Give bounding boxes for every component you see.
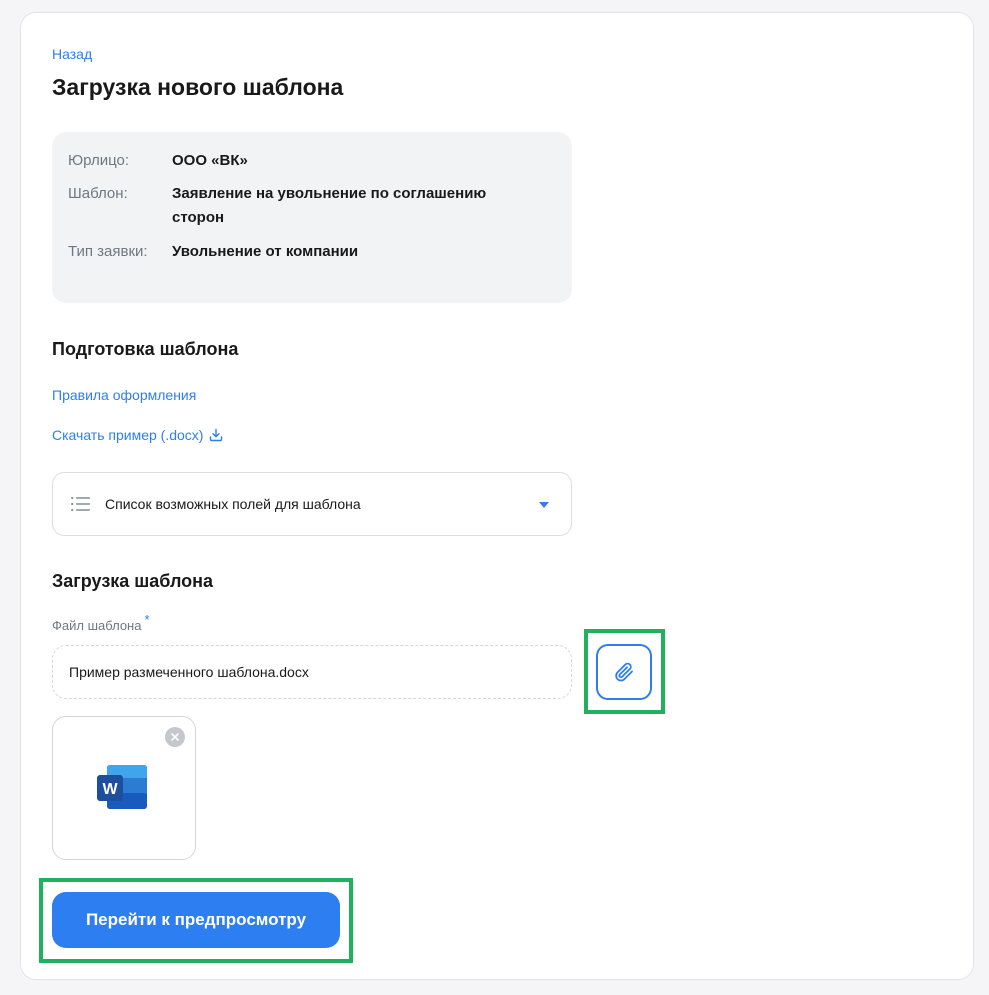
close-icon: [171, 733, 179, 741]
section-title-upload: Загрузка шаблона: [52, 571, 214, 591]
remove-file-button[interactable]: [165, 727, 185, 747]
attach-file-button[interactable]: [596, 644, 652, 700]
file-field-label-text: Файл шаблона: [52, 618, 142, 633]
download-example-link[interactable]: Скачать пример (.docx): [52, 427, 223, 443]
info-summary-box: Юрлицо: ООО «ВК» Шаблон: Заявление на ув…: [52, 132, 572, 303]
paperclip-icon: [615, 662, 633, 682]
info-row-entity: Юрлицо: ООО «ВК»: [68, 149, 532, 173]
file-field-label: Файл шаблона *: [52, 612, 150, 633]
formatting-rules-link[interactable]: Правила оформления: [52, 387, 196, 403]
info-label: Тип заявки:: [68, 243, 148, 260]
back-link[interactable]: Назад: [52, 46, 92, 62]
info-label: Юрлицо:: [68, 152, 130, 169]
info-row-template: Шаблон: Заявление на увольнение по согла…: [68, 182, 517, 230]
template-fields-dropdown[interactable]: Список возможных полей для шаблона: [52, 472, 572, 536]
download-icon: [210, 428, 223, 442]
download-example-label: Скачать пример (.docx): [52, 427, 204, 443]
file-name: Пример размеченного шаблона.docx: [69, 664, 309, 680]
info-value: Заявление на увольнение по соглашению ст…: [172, 185, 487, 226]
required-mark: *: [144, 612, 150, 627]
uploaded-file-tile: W: [52, 716, 196, 860]
info-value: ООО «ВК»: [172, 152, 248, 169]
info-label: Шаблон:: [68, 185, 128, 202]
info-value: Увольнение от компании: [172, 243, 359, 260]
section-title-preparation: Подготовка шаблона: [52, 339, 239, 359]
file-input[interactable]: Пример размеченного шаблона.docx: [52, 645, 572, 699]
formatting-rules-label: Правила оформления: [52, 387, 197, 403]
svg-text:W: W: [102, 781, 118, 798]
go-to-preview-button[interactable]: Перейти к предпросмотру: [52, 892, 340, 948]
word-icon: W: [97, 765, 147, 809]
dropdown-label: Список возможных полей для шаблона: [105, 496, 361, 512]
list-icon: [71, 497, 90, 511]
info-row-request-type: Тип заявки: Увольнение от компании: [68, 240, 532, 264]
chevron-down-icon: [539, 502, 549, 508]
page-title: Загрузка нового шаблона: [52, 74, 344, 100]
